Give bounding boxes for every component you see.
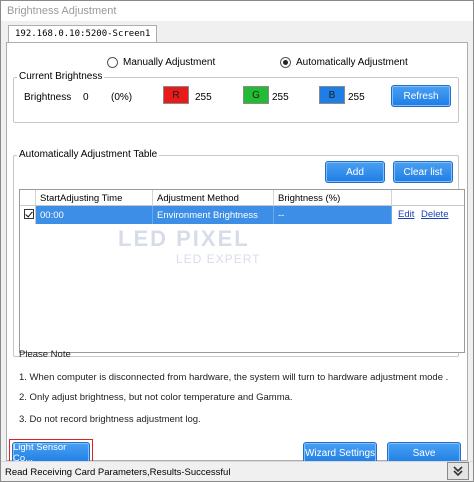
automatic-adjustment-label: Automatically Adjustment [296,57,408,68]
watermark-line2: LED EXPERT [176,252,261,266]
header-brightness[interactable]: Brightness (%) [274,190,392,206]
automatic-adjustment-radio[interactable]: Automatically Adjustment [280,57,408,68]
row-checkbox-cell [20,206,36,224]
manual-adjustment-radio[interactable]: Manually Adjustment [107,57,215,68]
green-swatch: G [243,86,269,104]
table-row[interactable]: 00:00 Environment Brightness -- Edit Del… [20,206,464,224]
status-bar: Read Receiving Card Parameters,Results-S… [1,461,473,481]
header-adjustment-method[interactable]: Adjustment Method [153,190,274,206]
radio-dot-auto [280,57,291,68]
note-item-1: 1. When computer is disconnected from ha… [19,372,449,383]
blue-value: 255 [348,92,365,103]
status-text: Read Receiving Card Parameters,Results-S… [5,467,231,478]
brightness-value: 0 [83,92,89,103]
radio-dot-manual [107,57,118,68]
edit-link[interactable]: Edit [396,209,417,220]
table-header: StartAdjusting Time Adjustment Method Br… [20,190,464,206]
green-value: 255 [272,92,289,103]
blue-swatch: B [319,86,345,104]
header-actions [392,190,464,206]
adjustment-table: StartAdjusting Time Adjustment Method Br… [19,189,465,353]
auto-adjustment-title: Automatically Adjustment Table [17,149,160,160]
red-swatch: R [163,86,189,104]
note-title: Please Note [19,349,71,360]
add-button[interactable]: Add [325,161,385,183]
row-actions: Edit Delete [392,206,464,224]
red-label: R [172,89,180,101]
watermark-line1: LED PIXEL [118,226,250,251]
brightness-percent: (0%) [111,92,133,103]
header-checkbox-col [20,190,36,206]
row-start-time: 00:00 [36,206,153,224]
blue-label: B [328,89,336,101]
tab-panel: Manually Adjustment Automatically Adjust… [6,42,468,465]
clear-list-button[interactable]: Clear list [393,161,453,183]
delete-link[interactable]: Delete [419,209,451,220]
red-value: 255 [195,92,212,103]
current-brightness-title: Current Brightness [17,71,105,82]
window-client: 192.168.0.10:5200-Screen1 Manually Adjus… [1,21,473,465]
refresh-button[interactable]: Refresh [391,85,451,107]
brightness-adjustment-window: Brightness Adjustment 192.168.0.10:5200-… [0,0,474,482]
manual-adjustment-label: Manually Adjustment [123,57,216,68]
row-adjustment-method: Environment Brightness [153,206,274,224]
green-label: G [252,89,260,101]
header-start-time[interactable]: StartAdjusting Time [36,190,153,206]
double-chevron-down-icon [453,466,463,477]
expand-button[interactable] [447,462,469,480]
window-title: Brightness Adjustment [1,1,473,21]
note-item-2: 2. Only adjust brightness, but not color… [19,392,293,403]
tab-screen1[interactable]: 192.168.0.10:5200-Screen1 [8,25,158,43]
watermark-logo: LED PIXEL LED EXPERT [118,226,260,266]
row-checkbox[interactable] [24,209,34,219]
note-item-3: 3. Do not record brightness adjustment l… [19,414,201,425]
brightness-label: Brightness [24,92,72,103]
row-brightness: -- [274,206,392,224]
